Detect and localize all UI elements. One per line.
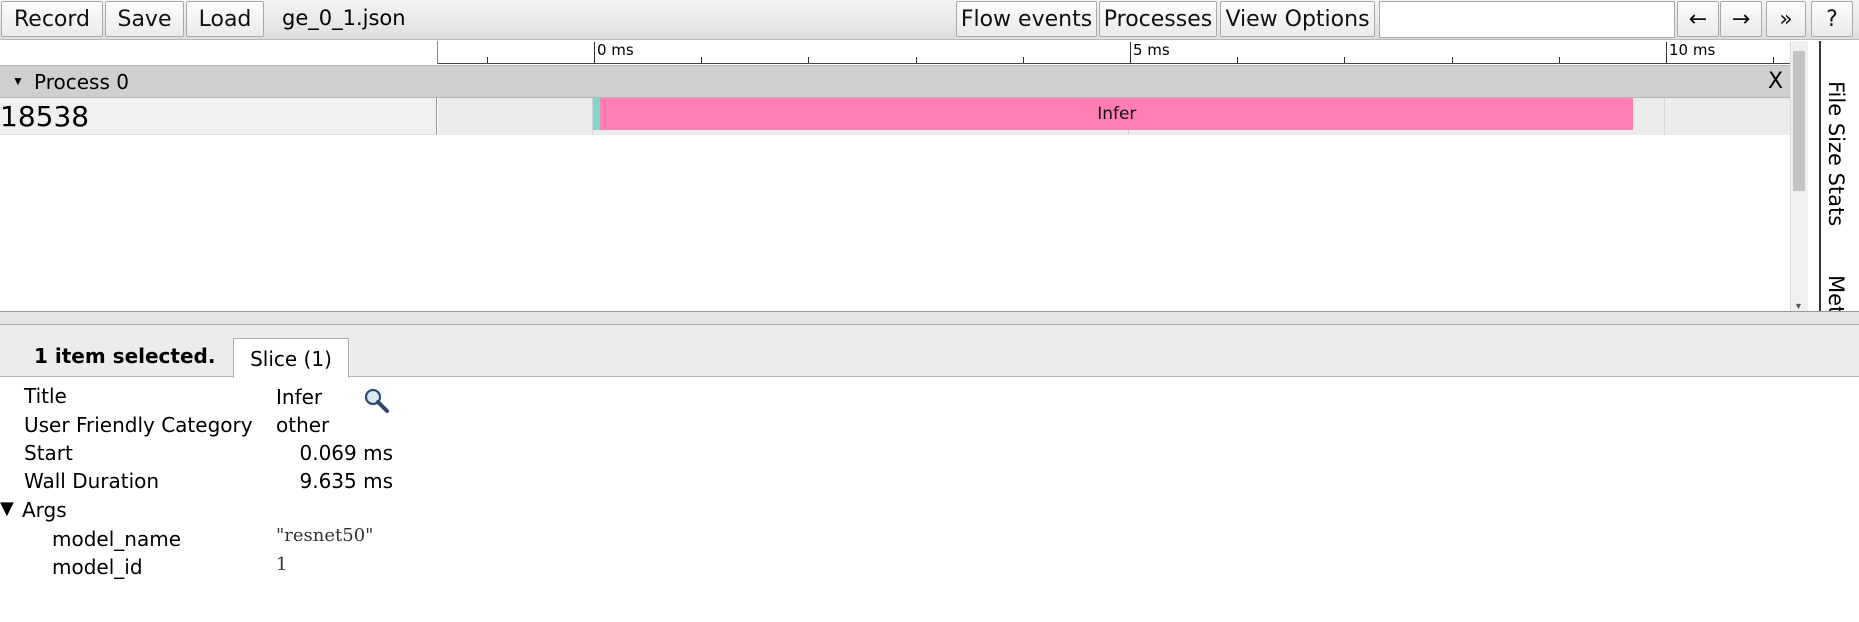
process-title: Process 0 <box>34 70 129 94</box>
save-button[interactable]: Save <box>105 1 184 37</box>
minor-tick <box>701 57 703 63</box>
minor-tick <box>808 57 810 63</box>
minor-tick <box>1237 57 1239 63</box>
side-panel: File Size Stats Met <box>1819 41 1859 314</box>
panel-splitter[interactable] <box>0 311 1859 325</box>
next-arrow-button[interactable]: → <box>1720 1 1762 37</box>
category-value: other <box>276 413 330 437</box>
collapse-arrow-icon[interactable]: ▼ <box>12 74 24 88</box>
record-button[interactable]: Record <box>1 1 103 37</box>
process-header[interactable]: ▼ Process 0 X <box>0 65 1790 98</box>
start-value: 0.069 ms <box>299 441 393 465</box>
args-label[interactable]: Args <box>22 498 67 522</box>
args-toggle-icon[interactable]: ▼ <box>0 498 14 519</box>
search-input[interactable] <box>1379 1 1675 38</box>
thread-track[interactable]: Infer <box>438 98 1790 135</box>
thread-name: 18538 <box>0 100 90 133</box>
major-tick <box>1666 42 1667 63</box>
arg-value: 1 <box>276 554 288 575</box>
arg-key: model_id <box>52 555 143 579</box>
major-tick <box>1130 42 1131 63</box>
toolbar: Record Save Load ge_0_1.json Flow events… <box>0 0 1859 40</box>
major-tick <box>594 42 595 63</box>
title-label: Title <box>24 384 67 408</box>
selection-summary: 1 item selected. <box>34 344 216 368</box>
minor-tick <box>1558 57 1560 63</box>
help-button[interactable]: ? <box>1811 1 1853 37</box>
metadata-tab[interactable]: Met <box>1824 275 1848 314</box>
infer-slice[interactable]: Infer <box>600 98 1634 130</box>
tick-label: 5 ms <box>1133 41 1170 59</box>
arg-key: model_name <box>52 527 181 551</box>
wall-duration-label: Wall Duration <box>24 469 160 493</box>
tick-label: 10 ms <box>1669 41 1716 59</box>
slice-details: Title Infer User Friendly Category other… <box>0 378 1859 622</box>
minor-tick <box>1344 57 1346 63</box>
timeline-view[interactable]: 0 ms 5 ms 10 ms ▼ Process 0 X 18538 Infer <box>0 41 1790 311</box>
small-slice[interactable] <box>593 98 601 130</box>
analysis-header: 1 item selected. Slice (1) <box>0 325 1859 378</box>
minor-tick <box>1773 57 1775 63</box>
close-process-button[interactable]: X <box>1768 69 1783 94</box>
wall-duration-value: 9.635 ms <box>299 469 393 493</box>
tick-label: 0 ms <box>597 41 634 59</box>
minor-tick <box>486 57 488 63</box>
scroll-down-arrow-icon[interactable]: ▼ <box>1794 301 1803 311</box>
title-value: Infer <box>276 385 323 409</box>
category-label: User Friendly Category <box>24 413 253 437</box>
search-icon[interactable] <box>362 386 390 414</box>
file-size-stats-tab[interactable]: File Size Stats <box>1824 81 1848 226</box>
processes-button[interactable]: Processes <box>1099 1 1217 37</box>
arg-value: "resnet50" <box>276 525 374 546</box>
minor-tick <box>1451 57 1453 63</box>
gridline <box>1664 98 1665 135</box>
load-button[interactable]: Load <box>186 1 264 37</box>
minor-tick <box>915 57 917 63</box>
prev-arrow-button[interactable]: ← <box>1677 1 1719 37</box>
thread-row: 18538 Infer <box>0 98 1790 136</box>
thread-label: 18538 <box>0 98 437 135</box>
more-button[interactable]: » <box>1766 1 1806 37</box>
vertical-scrollbar[interactable]: ▼ <box>1790 41 1808 311</box>
start-label: Start <box>24 441 73 465</box>
tab-slice[interactable]: Slice (1) <box>233 338 349 378</box>
file-name: ge_0_1.json <box>282 6 406 30</box>
time-ruler: 0 ms 5 ms 10 ms <box>437 41 1790 64</box>
view-options-button[interactable]: View Options <box>1220 1 1375 37</box>
scrollbar-thumb[interactable] <box>1793 51 1805 191</box>
minor-tick <box>1022 57 1024 63</box>
flow-events-button[interactable]: Flow events <box>956 1 1097 37</box>
